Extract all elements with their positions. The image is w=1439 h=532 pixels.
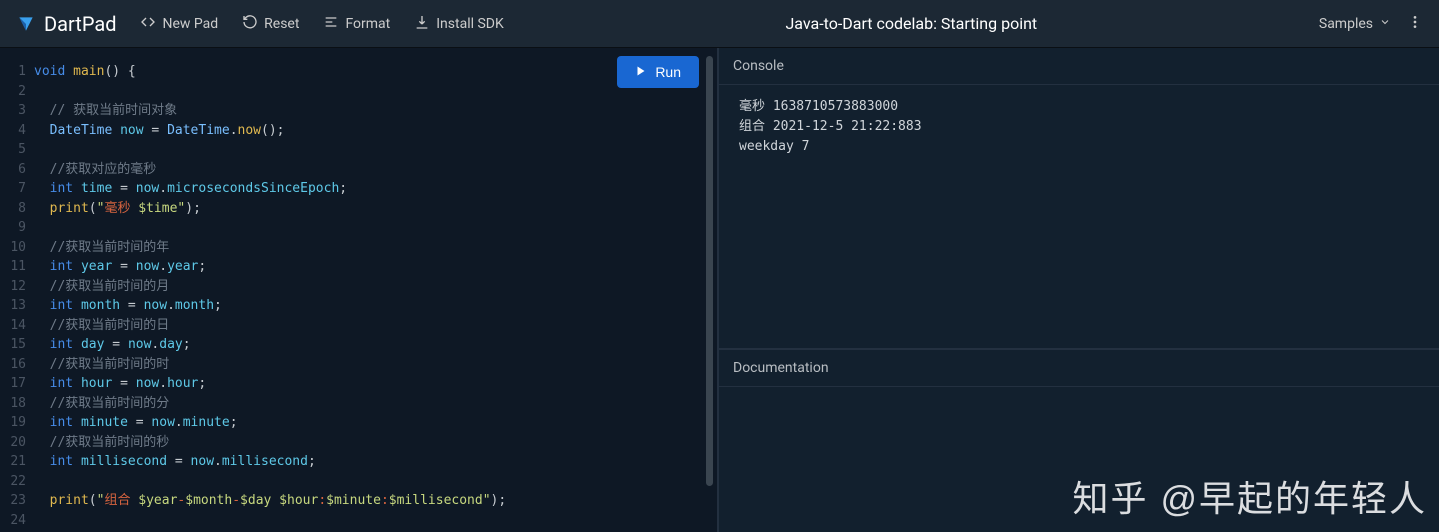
editor-scrollbar[interactable] [706, 56, 713, 486]
console-panel: Console 毫秒 1638710573883000 组合 2021-12-5… [719, 48, 1439, 348]
format-button[interactable]: Format [323, 14, 390, 34]
line-number: 7 [0, 179, 34, 199]
code-line[interactable]: // 获取当前时间对象 [34, 101, 717, 121]
code-line[interactable] [34, 82, 717, 102]
code-line[interactable]: int day = now.day; [34, 335, 717, 355]
install-sdk-label: Install SDK [436, 16, 504, 32]
more-vert-icon[interactable] [1407, 14, 1423, 34]
code-line[interactable] [34, 140, 717, 160]
chevron-down-icon [1379, 16, 1391, 32]
code-area[interactable]: void main() { // 获取当前时间对象 DateTime now =… [34, 48, 717, 532]
line-number: 17 [0, 374, 34, 394]
code-line[interactable] [34, 472, 717, 492]
code-line[interactable]: print("毫秒 $time"); [34, 199, 717, 219]
code-line[interactable]: //获取当前时间的日 [34, 316, 717, 336]
samples-label: Samples [1319, 16, 1373, 32]
reset-label: Reset [264, 16, 299, 32]
code-line[interactable]: //获取当前时间的秒 [34, 433, 717, 453]
page-title: Java-to-Dart codelab: Starting point [504, 14, 1319, 33]
documentation-header: Documentation [719, 350, 1439, 387]
line-number: 5 [0, 140, 34, 160]
line-number: 8 [0, 199, 34, 219]
download-icon [414, 14, 430, 34]
code-line[interactable]: DateTime now = DateTime.now(); [34, 121, 717, 141]
dart-logo-icon [16, 14, 36, 34]
code-line[interactable]: //获取当前时间的分 [34, 394, 717, 414]
code-line[interactable]: int millisecond = now.millisecond; [34, 452, 717, 472]
line-number: 19 [0, 413, 34, 433]
reset-button[interactable]: Reset [242, 14, 299, 34]
code-line[interactable] [34, 511, 717, 531]
line-number: 15 [0, 335, 34, 355]
line-number: 23 [0, 491, 34, 511]
code-line[interactable]: //获取当前时间的年 [34, 238, 717, 258]
console-header: Console [719, 48, 1439, 85]
line-number: 3 [0, 101, 34, 121]
code-line[interactable]: int year = now.year; [34, 257, 717, 277]
line-number: 11 [0, 257, 34, 277]
new-pad-label: New Pad [162, 16, 218, 32]
format-icon [323, 14, 339, 34]
main: 123456789101112131415161718192021222324 … [0, 48, 1439, 532]
line-number: 10 [0, 238, 34, 258]
run-button[interactable]: Run [617, 56, 699, 88]
code-icon [140, 14, 156, 34]
line-number: 14 [0, 316, 34, 336]
editor-pane[interactable]: 123456789101112131415161718192021222324 … [0, 48, 717, 532]
reset-icon [242, 14, 258, 34]
install-sdk-button[interactable]: Install SDK [414, 14, 504, 34]
line-number: 4 [0, 121, 34, 141]
line-number: 18 [0, 394, 34, 414]
line-number: 16 [0, 355, 34, 375]
code-line[interactable]: int hour = now.hour; [34, 374, 717, 394]
logo[interactable]: DartPad [16, 12, 116, 36]
code-line[interactable]: print("组合 $year-$month-$day $hour:$minut… [34, 491, 717, 511]
line-number: 20 [0, 433, 34, 453]
code-line[interactable]: int month = now.month; [34, 296, 717, 316]
samples-dropdown[interactable]: Samples [1319, 16, 1391, 32]
run-label: Run [655, 64, 681, 80]
new-pad-button[interactable]: New Pad [140, 14, 218, 34]
line-number: 2 [0, 82, 34, 102]
line-number: 12 [0, 277, 34, 297]
code-line[interactable]: //获取对应的毫秒 [34, 160, 717, 180]
format-label: Format [345, 16, 390, 32]
line-gutter: 123456789101112131415161718192021222324 [0, 48, 34, 532]
line-number: 6 [0, 160, 34, 180]
line-number: 13 [0, 296, 34, 316]
code-line[interactable]: void main() { [34, 62, 717, 82]
code-line[interactable]: //获取当前时间的时 [34, 355, 717, 375]
watermark: 知乎 @早起的年轻人 [1072, 470, 1427, 522]
right-pane: Console 毫秒 1638710573883000 组合 2021-12-5… [717, 48, 1439, 532]
code-line[interactable] [34, 218, 717, 238]
code-line[interactable]: //获取当前时间的月 [34, 277, 717, 297]
console-output: 毫秒 1638710573883000 组合 2021-12-5 21:22:8… [719, 85, 1439, 169]
line-number: 9 [0, 218, 34, 238]
play-icon [635, 64, 647, 80]
code-line[interactable]: int minute = now.minute; [34, 413, 717, 433]
line-number: 24 [0, 511, 34, 531]
line-number: 21 [0, 452, 34, 472]
brand-text: DartPad [44, 12, 116, 36]
toolbar: New Pad Reset Format Install SDK [140, 14, 503, 34]
code-line[interactable]: int time = now.microsecondsSinceEpoch; [34, 179, 717, 199]
right-menu: Samples [1319, 14, 1423, 34]
line-number: 22 [0, 472, 34, 492]
line-number: 1 [0, 62, 34, 82]
topbar: DartPad New Pad Reset Format Install SDK… [0, 0, 1439, 48]
